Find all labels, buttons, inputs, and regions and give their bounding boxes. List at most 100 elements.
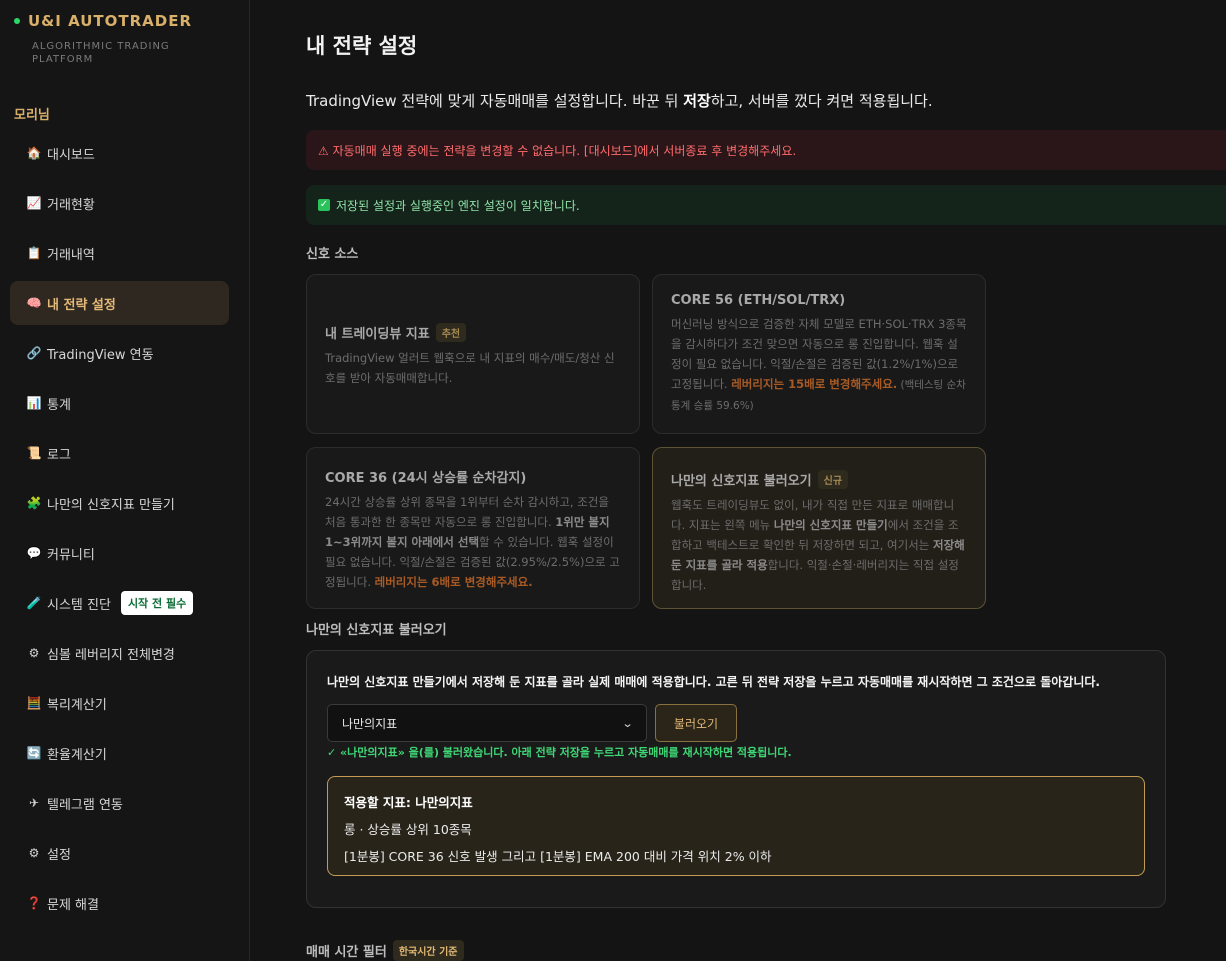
brain-icon: 🧠 bbox=[26, 296, 42, 310]
sidebar-item[interactable]: 🏠 대시보드 bbox=[10, 131, 229, 175]
sidebar-item-label: 나만의 신호지표 만들기 bbox=[47, 497, 175, 513]
card-title: CORE 36 (24시 상승률 순차감지) bbox=[325, 471, 527, 486]
sidebar-item[interactable]: 🧩 나만의 신호지표 만들기 bbox=[10, 481, 229, 525]
kst-tag: 한국시간 기준 bbox=[392, 940, 464, 961]
page-title: 내 전략 설정 bbox=[306, 34, 418, 58]
exchange-icon: 🔄 bbox=[26, 746, 42, 760]
card-core36[interactable]: CORE 36 (24시 상승률 순차감지) 24시간 상승률 상위 종목을 1… bbox=[306, 447, 640, 609]
card-desc-bold: 나만의 신호지표 만들기 bbox=[773, 518, 888, 532]
sidebar-item-label: 환율계산기 bbox=[47, 747, 107, 763]
recommended-tag: 추천 bbox=[435, 323, 467, 342]
sidebar-item[interactable]: 📋 거래내역 bbox=[10, 231, 229, 275]
telegram-icon: ✈ bbox=[28, 796, 40, 810]
new-tag: 신규 bbox=[817, 470, 849, 489]
sidebar-item[interactable]: 📊 통계 bbox=[10, 381, 229, 425]
sidebar-item-label: 설정 bbox=[47, 847, 71, 863]
card-desc: 웹훅도 트레이딩뷰도 없이, 내가 직접 만든 지표로 매매합니다. 지표는 왼… bbox=[671, 495, 967, 595]
chat-icon: 💬 bbox=[26, 546, 42, 560]
sidebar-item-label: 로그 bbox=[47, 447, 71, 463]
card-title-text: 내 트레이딩뷰 지표 bbox=[325, 327, 430, 342]
sidebar-item-label: 시스템 진단 bbox=[47, 597, 111, 613]
sidebar-nav: 🏠 대시보드 📈 거래현황 📋 거래내역 🧠 내 전략 설정 🔗 TradingView 연동 📊 통… bbox=[10, 131, 229, 931]
error-alert: ⚠ 자동매매 실행 중에는 전략을 변경할 수 없습니다. [대시보드]에서 서… bbox=[306, 130, 1226, 170]
sidebar-item[interactable]: ⚙ 심볼 레버리지 전체변경 bbox=[10, 631, 229, 675]
sidebar-item-label: TradingView 연동 bbox=[47, 347, 154, 363]
sidebar-item[interactable]: 🧮 복리계산기 bbox=[10, 681, 229, 725]
desc-text: TradingView 전략에 맞게 자동매매를 설정합니다. 바꾼 뒤 bbox=[306, 92, 684, 110]
clipboard-icon: 📋 bbox=[26, 246, 42, 260]
load-button[interactable]: 불러오기 bbox=[655, 704, 737, 742]
sidebar-item-label: 커뮤니티 bbox=[47, 547, 95, 563]
sidebar-item[interactable]: 📈 거래현황 bbox=[10, 181, 229, 225]
sidebar-item[interactable]: ⚙ 설정 bbox=[10, 831, 229, 875]
sidebar-item-label: 심볼 레버리지 전체변경 bbox=[47, 647, 175, 663]
sidebar-item-label: 텔레그램 연동 bbox=[47, 797, 123, 813]
time-filter-label: 매매 시간 필터 bbox=[306, 945, 387, 960]
card-custom-signal[interactable]: 나만의 신호지표 불러오기 신규 웹훅도 트레이딩뷰도 없이, 내가 직접 만든 … bbox=[652, 447, 986, 609]
sidebar-item-label: 문제 해결 bbox=[47, 897, 99, 913]
indicator-select[interactable]: 나만의지표 ⌄ bbox=[327, 704, 647, 742]
applied-line-1: 롱 · 상승률 상위 10종목 bbox=[344, 822, 472, 837]
applied-indicator-box: 적용할 지표: 나만의지표 롱 · 상승률 상위 10종목 [1분봉] CORE… bbox=[327, 776, 1145, 876]
sidebar-item[interactable]: 🧠 내 전략 설정 bbox=[10, 281, 229, 325]
sidebar-item-label: 내 전략 설정 bbox=[47, 297, 116, 313]
success-alert-text: 저장된 설정과 실행중인 엔진 설정이 일치합니다. bbox=[336, 198, 580, 213]
test-tube-icon: 🧪 bbox=[26, 596, 42, 610]
card-desc: TradingView 얼러트 웹훅으로 내 지표의 매수/매도/청산 신호를 … bbox=[325, 351, 615, 385]
home-icon: 🏠 bbox=[26, 146, 42, 160]
link-icon: 🔗 bbox=[26, 346, 42, 360]
custom-signal-label: 나만의 신호지표 불러오기 bbox=[306, 623, 447, 638]
card-desc: 머신러닝 방식으로 검증한 자체 모델로 ETH·SOL·TRX 3종목을 감시… bbox=[671, 314, 967, 416]
card-my-tradingview[interactable]: 내 트레이딩뷰 지표 추천 TradingView 얼러트 웹훅으로 내 지표의 … bbox=[306, 274, 640, 434]
time-filter-header: 매매 시간 필터 한국시간 기준 bbox=[306, 940, 464, 961]
brand-subtitle: ALGORITHMIC TRADING PLATFORM bbox=[32, 41, 170, 65]
card-title: CORE 56 (ETH/SOL/TRX) bbox=[671, 293, 846, 308]
error-alert-text: ⚠ 자동매매 실행 중에는 전략을 변경할 수 없습니다. [대시보드]에서 서… bbox=[318, 143, 797, 158]
custom-signal-panel: 나만의 신호지표 만들기에서 저장해 둔 지표를 골라 실제 매매에 적용합니다… bbox=[306, 650, 1166, 908]
brand-title: U&I AUTOTRADER bbox=[28, 12, 193, 30]
puzzle-icon: 🧩 bbox=[26, 496, 42, 510]
card-title: 내 트레이딩뷰 지표 추천 bbox=[325, 323, 621, 342]
question-icon: ❓ bbox=[26, 896, 42, 910]
scroll-icon: 📜 bbox=[26, 446, 42, 460]
indicator-select-value: 나만의지표 bbox=[342, 716, 398, 731]
sidebar-item-label: 거래현황 bbox=[47, 197, 95, 213]
abacus-icon: 🧮 bbox=[26, 696, 42, 710]
gear-icon: ⚙ bbox=[28, 646, 40, 660]
panel-intro: 나만의 신호지표 만들기에서 저장해 둔 지표를 골라 실제 매매에 적용합니다… bbox=[327, 675, 1100, 689]
sidebar-item[interactable]: 🔗 TradingView 연동 bbox=[10, 331, 229, 375]
card-desc: 24시간 상승률 상위 종목을 1위부터 순차 감시하고, 조건을 처음 통과한… bbox=[325, 492, 621, 592]
desc-text-end: 하고, 서버를 껐다 켜면 적용됩니다. bbox=[710, 92, 933, 110]
sidebar-item-label: 복리계산기 bbox=[47, 697, 107, 713]
desc-bold: 저장 bbox=[683, 92, 711, 110]
user-name: 모리님 bbox=[14, 108, 50, 123]
leverage-note: 레버리지는 15배로 변경해주세요. bbox=[731, 377, 898, 391]
signal-source-label: 신호 소스 bbox=[306, 247, 359, 262]
load-success-message: ✓ «나만의지표» 을(를) 불러왔습니다. 아래 전략 저장을 누르고 자동매… bbox=[327, 746, 792, 759]
sidebar-item-label: 통계 bbox=[47, 397, 71, 413]
sidebar-item[interactable]: ✈ 텔레그램 연동 bbox=[10, 781, 229, 825]
leverage-note: 레버리지는 6배로 변경해주세요. bbox=[374, 575, 533, 589]
card-title-text: 나만의 신호지표 불러오기 bbox=[671, 474, 812, 489]
card-core56[interactable]: CORE 56 (ETH/SOL/TRX) 머신러닝 방식으로 검증한 자체 모… bbox=[652, 274, 986, 434]
success-alert: ✓ 저장된 설정과 실행중인 엔진 설정이 일치합니다. bbox=[306, 185, 1226, 225]
chevron-down-icon: ⌄ bbox=[621, 716, 634, 730]
main-content: 내 전략 설정 TradingView 전략에 맞게 자동매매를 설정합니다. … bbox=[250, 0, 1226, 961]
page-description: TradingView 전략에 맞게 자동매매를 설정합니다. 바꾼 뒤 저장하… bbox=[306, 90, 933, 111]
sidebar-item[interactable]: ❓ 문제 해결 bbox=[10, 881, 229, 925]
sidebar-item[interactable]: 📜 로그 bbox=[10, 431, 229, 475]
bar-chart-icon: 📊 bbox=[26, 396, 42, 410]
chart-up-icon: 📈 bbox=[26, 196, 42, 210]
check-icon: ✓ bbox=[318, 199, 330, 211]
sidebar-item-label: 대시보드 bbox=[47, 147, 95, 163]
sidebar-item[interactable]: 💬 커뮤니티 bbox=[10, 531, 229, 575]
sidebar: U&I AUTOTRADER ALGORITHMIC TRADING PLATF… bbox=[0, 0, 250, 961]
sidebar-item[interactable]: 🔄 환율계산기 bbox=[10, 731, 229, 775]
sidebar-item-label: 거래내역 bbox=[47, 247, 95, 263]
sidebar-item[interactable]: 🧪 시스템 진단 시작 전 필수 bbox=[10, 581, 229, 625]
required-badge: 시작 전 필수 bbox=[120, 591, 194, 615]
settings-icon: ⚙ bbox=[28, 846, 40, 860]
applied-line-2: [1분봉] CORE 36 신호 발생 그리고 [1분봉] EMA 200 대비… bbox=[344, 849, 772, 864]
applied-title: 적용할 지표: 나만의지표 bbox=[344, 795, 473, 810]
brand: U&I AUTOTRADER bbox=[14, 12, 192, 30]
